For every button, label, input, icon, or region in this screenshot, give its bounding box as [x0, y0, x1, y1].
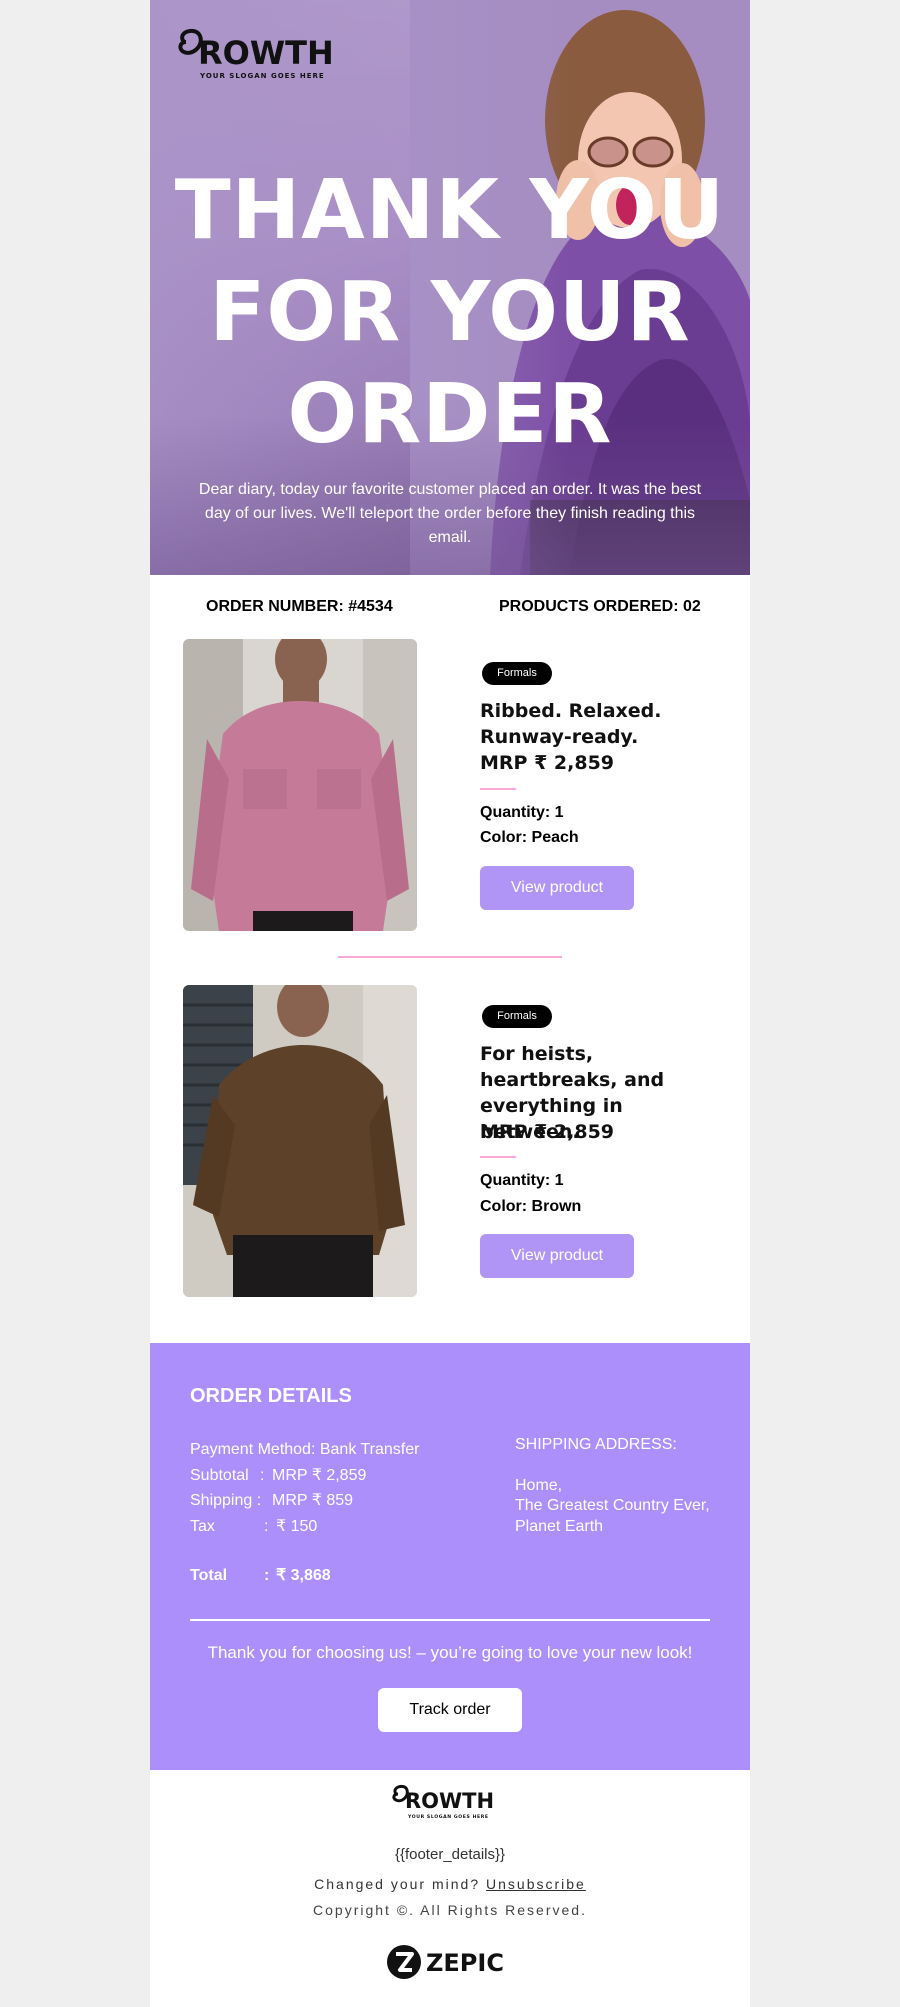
address-line: Home, [515, 1476, 563, 1494]
hero-title-line: FOR YOUR [209, 265, 691, 360]
category-badge: Formals [482, 1005, 552, 1028]
svg-text:YOUR SLOGAN GOES HERE: YOUR SLOGAN GOES HERE [407, 1814, 489, 1820]
hero-title: THANK YOU FOR YOUR ORDER [150, 160, 750, 466]
view-product-button[interactable]: View product [480, 1234, 634, 1278]
product-price: MRP ₹ 2,859 [480, 1121, 615, 1143]
price-divider [480, 1156, 516, 1158]
svg-text:ZEPIC: ZEPIC [426, 1949, 504, 1977]
zepic-logo[interactable]: ZEPIC [386, 1942, 514, 1982]
address-line: The Greatest Country Ever, [515, 1497, 710, 1514]
unsubscribe-link[interactable]: Unsubscribe [486, 1876, 586, 1892]
shipping-address: SHIPPING ADDRESS: Home, The Greatest Cou… [515, 1435, 725, 1537]
payment-method: Payment Method: Bank Transfer [190, 1441, 420, 1458]
subtotal-row: Subtotal: MRP ₹ 2,859 [190, 1466, 367, 1484]
unsubscribe-line: Changed your mind? Unsubscribe [314, 1876, 586, 1892]
product-quantity: Quantity: 1 [480, 804, 564, 821]
product-color: Color: Brown [480, 1198, 582, 1215]
price-divider [480, 788, 516, 790]
details-divider [190, 1619, 710, 1621]
shipping-address-title: SHIPPING ADDRESS: [515, 1436, 677, 1453]
svg-text:YOUR SLOGAN GOES HERE: YOUR SLOGAN GOES HERE [199, 72, 325, 80]
hero-message: Dear diary, today our favorite customer … [198, 481, 702, 546]
product-image-brown-shirt[interactable] [183, 985, 417, 1297]
product-divider [338, 956, 562, 958]
product-title: Ribbed. Relaxed. Runway-ready. [480, 700, 662, 748]
thank-you-message: Thank you for choosing us! – you’re goin… [207, 1643, 693, 1662]
product-price: MRP ₹ 2,859 [480, 752, 615, 774]
track-order-button[interactable]: Track order [378, 1688, 522, 1732]
products-ordered-count: PRODUCTS ORDERED: 02 [499, 598, 701, 615]
view-product-button[interactable]: View product [480, 866, 634, 910]
hero-title-line: ORDER [287, 367, 613, 462]
footer-details: {{footer_details}} [394, 1846, 506, 1863]
svg-text:ROWTH: ROWTH [198, 34, 334, 72]
category-badge: Formals [482, 662, 552, 685]
order-number: ORDER NUMBER: #4534 [206, 598, 393, 615]
order-summary: Payment Method: Bank Transfer Subtotal: M… [190, 1437, 419, 1539]
email-container: ROWTH YOUR SLOGAN GOES HERE THANK YOU FO… [150, 0, 750, 2007]
hero-title-line: THANK YOU [174, 163, 726, 258]
order-details-title: ORDER DETAILS [190, 1385, 352, 1407]
growth-logo: ROWTH YOUR SLOGAN GOES HERE [178, 28, 334, 80]
product-color: Color: Peach [480, 829, 579, 846]
hero-banner: ROWTH YOUR SLOGAN GOES HERE THANK YOU FO… [150, 0, 750, 575]
total-row: Total: ₹ 3,868 [190, 1567, 331, 1584]
tax-row: Tax: ₹ 150 [190, 1517, 318, 1535]
order-details-section: ORDER DETAILS Payment Method: Bank Trans… [150, 1343, 750, 1770]
product-quantity: Quantity: 1 [480, 1172, 564, 1189]
product-image-pink-shirt[interactable] [183, 639, 417, 931]
copyright: Copyright ©. All Rights Reserved. [313, 1902, 587, 1918]
shipping-row: Shipping : MRP ₹ 859 [190, 1492, 354, 1509]
svg-text:ROWTH: ROWTH [405, 1789, 494, 1813]
address-line: Planet Earth [515, 1517, 604, 1535]
footer-growth-logo: ROWTH YOUR SLOGAN GOES HERE [392, 1784, 494, 1820]
